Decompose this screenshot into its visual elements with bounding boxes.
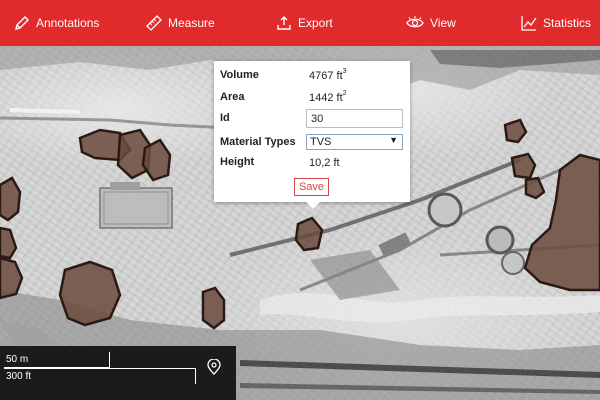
location-pin-icon[interactable] [207,359,221,375]
scale-metric-tick [109,352,110,368]
line-chart-icon [521,16,537,31]
stockpile [58,260,122,327]
pencil-icon [15,16,29,30]
material-types-label: Material Types [220,136,296,148]
stockpile-info-popup: Volume 4767 ft3 Area 1442 ft2 Id Materia… [214,61,410,209]
stockpile [510,152,537,180]
height-value: 10,2 ft [309,157,340,169]
area-value: 1442 ft2 [309,90,347,104]
volume-label: Volume [220,69,259,81]
map-scale-bar: 50 m 300 ft [0,346,236,400]
id-input[interactable] [306,109,403,128]
export-icon [277,16,291,30]
statistics-button[interactable]: Statistics [521,0,591,46]
id-label: Id [220,112,230,124]
annotations-button[interactable]: Annotations [14,0,99,46]
material-types-value: TVS [310,136,332,148]
view-label: View [430,16,456,30]
top-toolbar: Annotations Measure Export View Statisti… [0,0,600,46]
area-label: Area [220,91,245,103]
stockpile [0,176,22,222]
annotations-label: Annotations [36,16,100,30]
save-button[interactable]: Save [294,178,329,196]
dropdown-arrow-icon: ▼ [389,135,398,145]
volume-value: 4767 ft3 [309,68,347,82]
export-label: Export [298,16,333,30]
scale-metric-label: 50 m [6,354,29,365]
scale-imperial-line [4,368,196,369]
scale-imperial-tick [195,368,196,384]
ruler-icon [146,15,162,31]
statistics-label: Statistics [543,16,592,30]
view-button[interactable]: View [406,0,456,46]
eye-icon [406,16,424,28]
scale-imperial-label: 300 ft [6,371,32,382]
export-button[interactable]: Export [276,0,333,46]
measure-label: Measure [168,16,215,30]
stockpile [201,286,226,330]
material-types-select[interactable]: TVS ▼ [306,134,403,150]
height-label: Height [220,156,255,168]
measure-button[interactable]: Measure [146,0,215,46]
